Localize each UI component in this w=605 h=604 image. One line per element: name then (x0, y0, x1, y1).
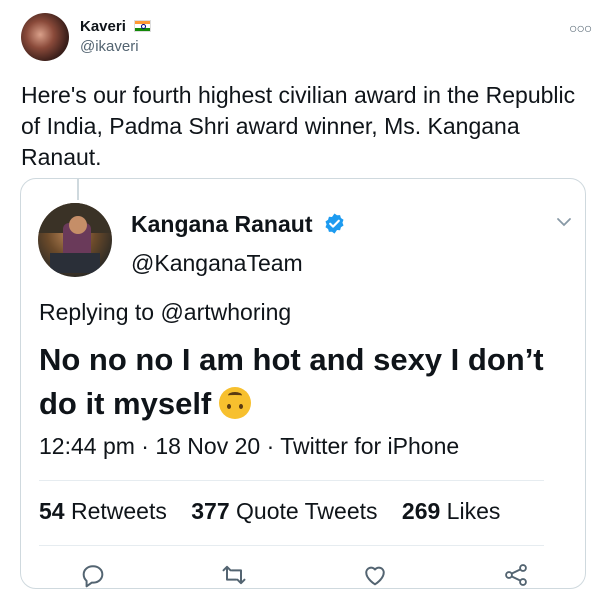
verified-badge-icon (325, 213, 344, 234)
divider (39, 480, 544, 481)
share-icon[interactable] (502, 561, 530, 589)
likes-stat[interactable]: 269 Likes (402, 498, 500, 524)
india-flag-icon (134, 20, 152, 32)
tweet-stats: 54 Retweets 377 Quote Tweets 269 Likes (39, 498, 518, 525)
retweets-label: Retweets (70, 498, 167, 524)
like-icon[interactable] (361, 561, 389, 589)
quoted-avatar-image (38, 203, 112, 273)
reply-icon[interactable] (79, 561, 107, 589)
quote-tweets-stat[interactable]: 377 Quote Tweets (191, 498, 377, 524)
retweet-icon[interactable] (220, 561, 248, 589)
more-options-icon[interactable]: ○○○ (569, 20, 592, 36)
quoted-author-name[interactable]: Kangana Ranaut (131, 211, 346, 238)
author-name-text: Kaveri (80, 18, 126, 35)
chevron-down-icon[interactable] (556, 214, 572, 230)
author-handle[interactable]: @ikaveri (80, 38, 139, 55)
tweet: Kaveri @ikaveri ○○○ Here's our fourth hi… (0, 0, 605, 604)
author-name[interactable]: Kaveri (80, 18, 152, 35)
retweets-stat[interactable]: 54 Retweets (39, 498, 167, 524)
upside-down-face-icon (219, 387, 252, 419)
quotes-label: Quote Tweets (236, 498, 378, 524)
quoted-avatar[interactable] (38, 203, 112, 277)
tweet-meta[interactable]: 12:44 pm · 18 Nov 20 · Twitter for iPhon… (39, 433, 459, 460)
avatar[interactable] (21, 13, 69, 61)
likes-label: Likes (446, 498, 501, 524)
quotes-count: 377 (191, 498, 230, 524)
replying-to[interactable]: Replying to @artwhoring (39, 299, 291, 326)
quoted-tweet-text: No no no I am hot and sexy I don’t do it… (39, 338, 569, 426)
thread-line (77, 178, 79, 200)
divider (39, 545, 544, 546)
retweets-count: 54 (39, 498, 65, 524)
likes-count: 269 (401, 498, 441, 524)
quoted-author-name-text: Kangana Ranaut (131, 211, 313, 237)
tweet-text: Here's our fourth highest civilian award… (21, 82, 576, 170)
quoted-author-handle[interactable]: @KanganaTeam (131, 250, 303, 277)
quoted-tweet-text-body: No no no I am hot and sexy I don’t do it… (39, 342, 544, 421)
